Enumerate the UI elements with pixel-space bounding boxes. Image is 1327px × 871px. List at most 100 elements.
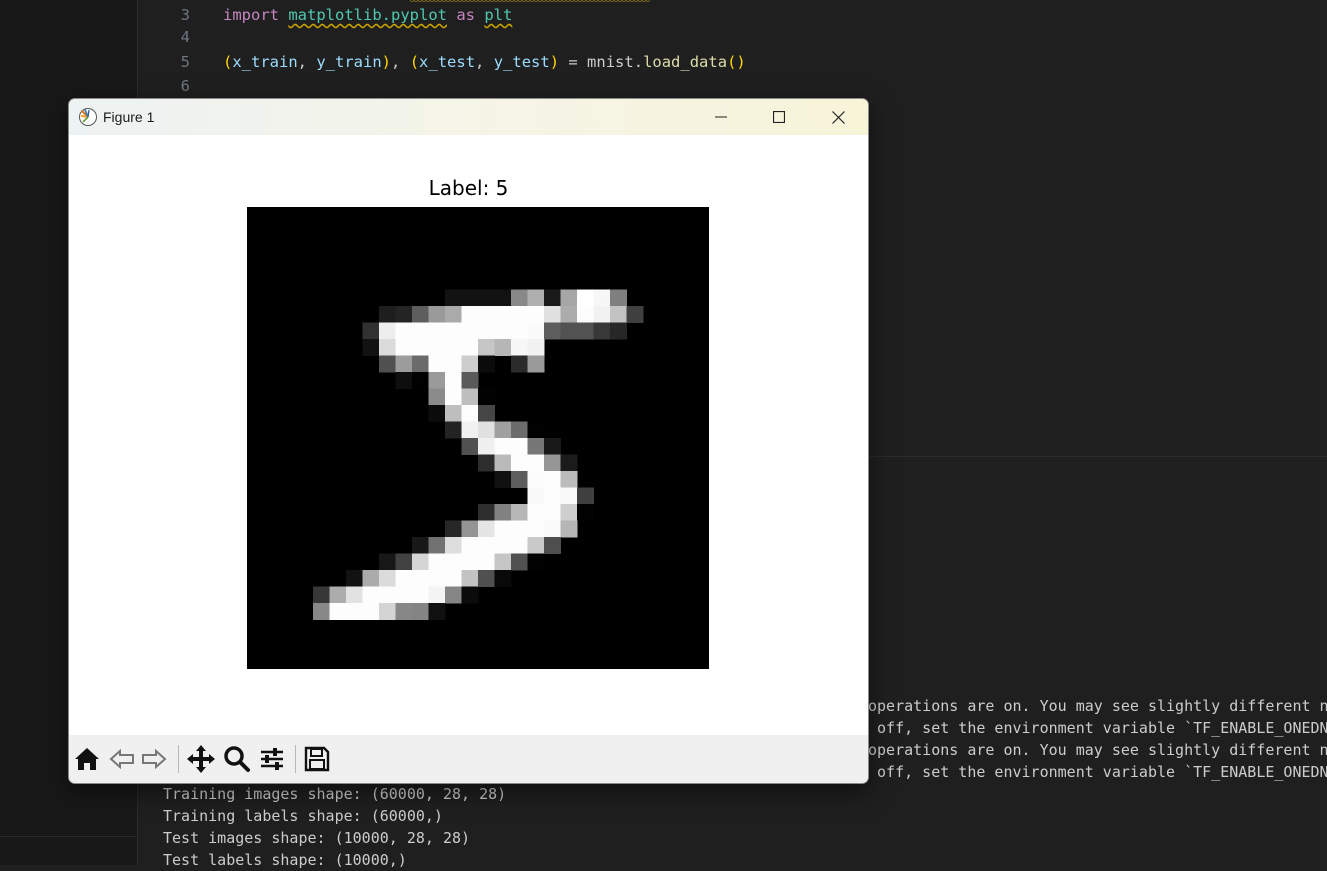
digit-pixel (395, 322, 413, 340)
digit-pixel (527, 438, 545, 455)
digit-pixel (362, 322, 380, 340)
code-token: plt (484, 6, 513, 24)
digit-pixel (379, 355, 396, 373)
digit-pixel (527, 520, 545, 538)
digit-pixel (428, 355, 446, 373)
digit-pixel (478, 388, 495, 406)
code-token: load_data (643, 53, 728, 71)
zoom-button[interactable] (222, 744, 252, 774)
digit-pixel (478, 553, 495, 571)
digit-pixel (395, 339, 413, 356)
digit-pixel (445, 372, 462, 389)
digit-pixel (544, 520, 561, 538)
code-token: as (456, 6, 475, 24)
digit-pixel (445, 322, 462, 340)
code-token: mnist (587, 53, 634, 71)
digit-pixel (478, 322, 495, 340)
close-button[interactable] (815, 99, 861, 135)
home-button[interactable] (72, 744, 102, 774)
digit-pixel (395, 372, 413, 389)
matplotlib-toolbar (69, 735, 868, 783)
digit-pixel (362, 339, 380, 356)
figure-window: Figure 1 Label: 5 (68, 98, 869, 784)
digit-pixel (494, 537, 512, 554)
code-token: y_train (316, 53, 382, 71)
window-titlebar[interactable]: Figure 1 (69, 99, 868, 135)
digit-pixel (593, 289, 611, 307)
line-number: 5 (180, 53, 190, 71)
code-line[interactable]: 6 (138, 75, 223, 97)
digit-pixel (428, 570, 446, 587)
digit-pixel (478, 289, 495, 307)
digit-pixel (511, 355, 528, 373)
digit-pixel (610, 322, 627, 340)
maximize-button[interactable] (756, 99, 802, 135)
digit-pixel (395, 306, 413, 323)
digit-pixel (560, 306, 578, 323)
digit-pixel (428, 405, 446, 422)
pan-button[interactable] (186, 744, 216, 774)
digit-pixel (494, 339, 512, 356)
digit-pixel (412, 570, 429, 587)
code-token: x_train (232, 53, 298, 71)
digit-pixel (461, 570, 479, 587)
terminal-output-line: Training labels shape: (60000,) (163, 807, 443, 825)
digit-pixel (362, 586, 380, 604)
digit-pixel (511, 537, 528, 554)
digit-pixel (478, 355, 495, 373)
code-token: ( (409, 53, 420, 71)
digit-pixel (395, 570, 413, 587)
digit-pixel (478, 421, 495, 439)
code-line[interactable]: 3 import matplotlib.pyplot as plt (138, 4, 513, 26)
digit-pixel (511, 504, 528, 521)
digit-pixel (494, 553, 512, 571)
digit-pixel (511, 553, 528, 571)
digit-pixel (527, 537, 545, 554)
digit-pixel (494, 570, 512, 587)
configure-subplots-icon (261, 748, 283, 770)
digit-pixel (527, 339, 545, 356)
digit-pixel (478, 306, 495, 323)
digit-pixel (428, 388, 446, 406)
pan-icon (187, 745, 215, 773)
digit-pixel (412, 339, 429, 356)
digit-pixel (593, 306, 611, 323)
save-button[interactable] (302, 744, 332, 774)
digit-pixel (478, 504, 495, 521)
back-button[interactable] (107, 744, 137, 774)
digit-pixel (412, 586, 429, 604)
digit-pixel (445, 570, 462, 587)
digit-pixel (560, 471, 578, 488)
code-token: ( (223, 53, 233, 71)
terminal-output-line: operations are on. You may see slightly … (868, 697, 1327, 715)
digit-pixel (412, 372, 429, 389)
digit-pixel (560, 487, 578, 505)
code-token: () (727, 53, 746, 71)
digit-pixel (362, 570, 380, 587)
digit-pixel (527, 322, 545, 340)
code-token: = (559, 53, 588, 71)
digit-pixel (544, 537, 561, 554)
digit-pixel (527, 421, 545, 439)
code-token: , (475, 53, 494, 71)
terminal-output-line: Training images shape: (60000, 28, 28) (163, 785, 507, 803)
figure-canvas[interactable]: Label: 5 (69, 135, 868, 735)
forward-button[interactable] (139, 744, 169, 774)
digit-pixel (527, 553, 545, 571)
digit-pixel (428, 553, 446, 571)
digit-pixel (329, 603, 347, 620)
code-line[interactable]: 5 (x_train, y_train), (x_test, y_test) = … (138, 51, 746, 73)
configure-subplots-button[interactable] (257, 744, 287, 774)
digit-pixel (511, 454, 528, 472)
digit-pixel (544, 504, 561, 521)
digit-pixel (313, 586, 330, 604)
code-token: import (223, 6, 279, 24)
digit-pixel (395, 553, 413, 571)
digit-pixel (461, 306, 479, 323)
code-line[interactable]: 4 (138, 26, 223, 48)
digit-pixel (511, 289, 528, 307)
terminal-output-line: off, set the environment variable `TF_EN… (868, 719, 1327, 737)
digit-pixel (527, 306, 545, 323)
plot-title: Label: 5 (428, 176, 509, 200)
minimize-button[interactable] (698, 99, 744, 135)
